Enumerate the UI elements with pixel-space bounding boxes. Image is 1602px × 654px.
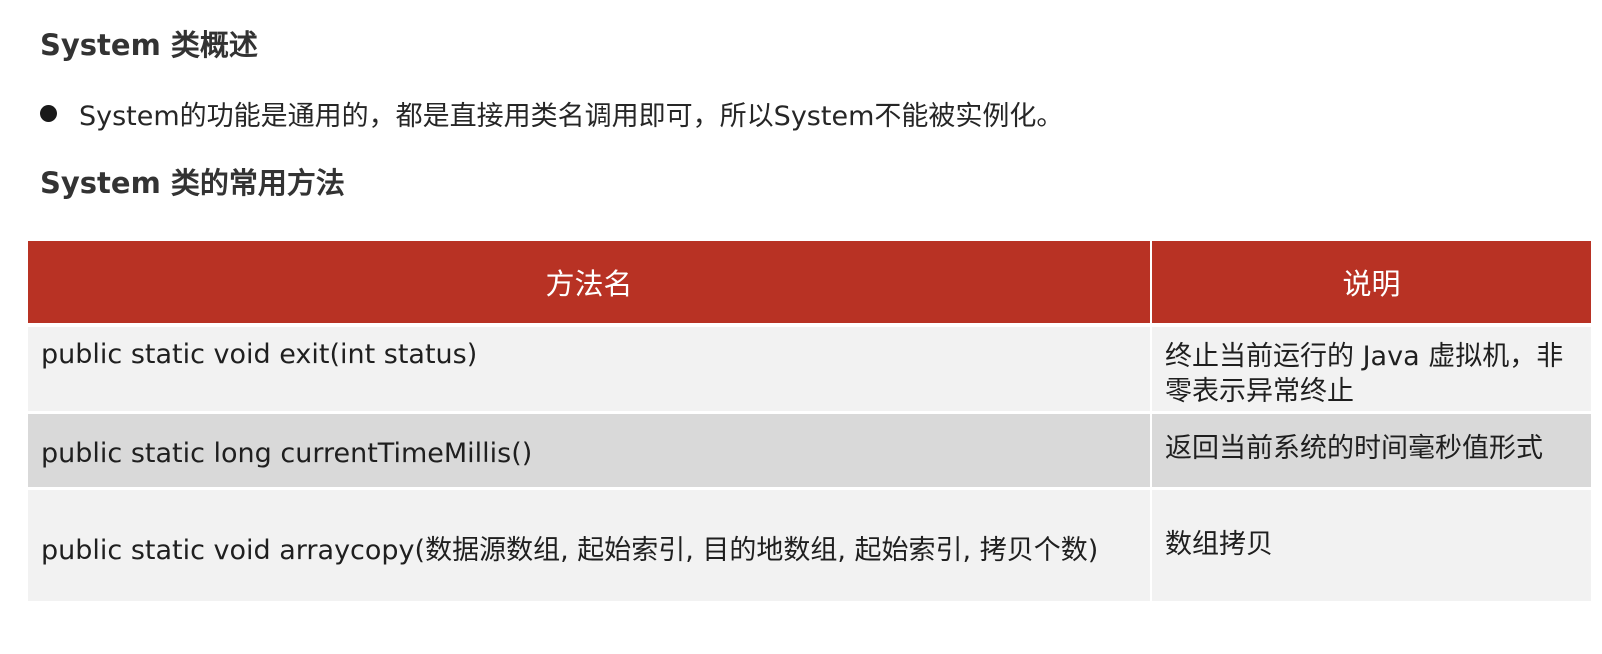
bullet-dot-icon [40,105,57,122]
method-name-cell: public static void arraycopy(数据源数组, 起始索引… [28,490,1152,601]
methods-heading: System 类的常用方法 [40,166,345,200]
method-name-cell: public static void exit(int status) [28,327,1152,411]
bullet-text: System的功能是通用的，都是直接用类名调用即可，所以System不能被实例化… [79,101,1064,132]
description-cell: 返回当前系统的时间毫秒值形式 [1165,433,1543,464]
description-cell: 数组拷贝 [1165,529,1273,560]
table-header-row: 方法名 说明 [28,241,1591,327]
overview-heading: System 类概述 [40,28,258,62]
table-row: public static void arraycopy(数据源数组, 起始索引… [28,490,1591,601]
header-method-name: 方法名 [28,241,1152,323]
method-name-cell: public static long currentTimeMillis() [28,414,1152,487]
table-row: public static long currentTimeMillis() 返… [28,414,1591,490]
methods-table: 方法名 说明 public static void exit(int statu… [28,241,1591,601]
bullet-item: System的功能是通用的，都是直接用类名调用即可，所以System不能被实例化… [40,94,1063,133]
header-description: 说明 [1342,267,1401,301]
table-row: public static void exit(int status) 终止当前… [28,327,1591,414]
description-cell: 终止当前运行的 Java 虚拟机，非零表示异常终止 [1165,341,1564,407]
